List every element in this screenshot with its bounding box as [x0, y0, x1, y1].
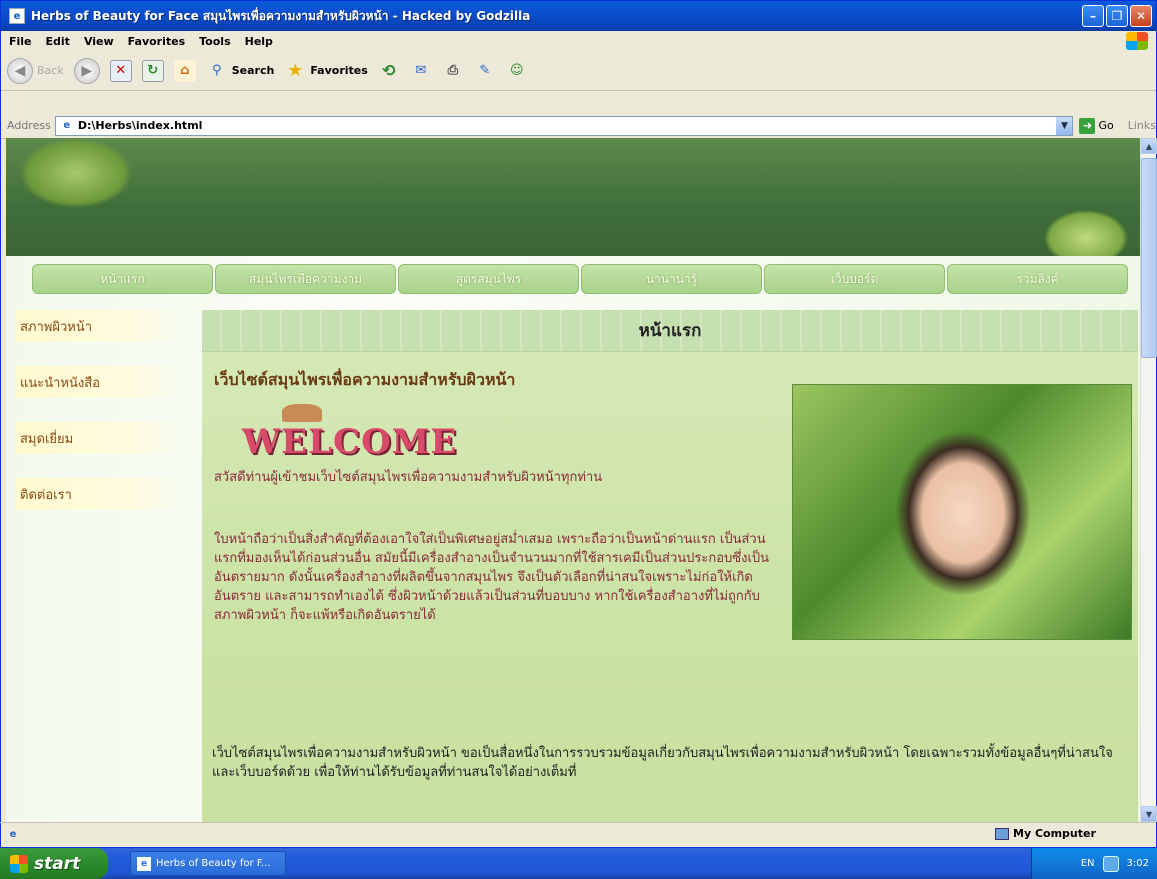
taskbar-item-ie[interactable]: e Herbs of Beauty for F...: [130, 851, 286, 876]
forward-button[interactable]: ▶: [73, 57, 100, 84]
star-icon: ★: [287, 60, 304, 81]
site-heading: เว็บไซต์สมุนไพรเพื่อความงามสำหรับผิวหน้า: [214, 370, 516, 389]
address-dropdown-icon[interactable]: ▼: [1056, 116, 1073, 135]
header-banner: [6, 138, 1140, 256]
go-arrow-icon: ➜: [1079, 117, 1096, 134]
model-photo: [792, 384, 1132, 640]
nav-beauty-herbs[interactable]: สมุนไพรเพื่อความงาม: [215, 264, 396, 294]
address-input[interactable]: e D:\Herbs\index.html ▼: [54, 115, 1074, 136]
ie-task-icon: e: [137, 856, 151, 871]
scroll-up-icon[interactable]: ▲: [1141, 138, 1157, 154]
top-nav: หน้าแรก สมุนไพรเพื่อความงาม สูตรสมุนไพร …: [32, 264, 1128, 294]
clock: 3:02: [1126, 858, 1149, 869]
go-label: Go: [1098, 119, 1114, 132]
sidebar-item-guestbook[interactable]: สมุดเยี่ยม: [16, 422, 186, 454]
start-label: start: [34, 853, 81, 874]
window-title: Herbs of Beauty for Face สมุนไพรเพื่อควา…: [31, 8, 531, 23]
scroll-down-icon[interactable]: ▼: [1141, 806, 1157, 822]
favorites-label: Favorites: [310, 64, 368, 77]
nav-herb-recipes[interactable]: สูตรสมุนไพร: [398, 264, 579, 294]
messenger-icon[interactable]: ☺: [506, 60, 528, 82]
menu-bar: File Edit View Favorites Tools Help: [1, 31, 1156, 51]
print-icon[interactable]: ⎙: [442, 60, 464, 82]
search-icon: ⚲: [211, 63, 222, 78]
menu-edit[interactable]: Edit: [46, 35, 70, 48]
nav-home[interactable]: หน้าแรก: [32, 264, 213, 294]
nav-webboard[interactable]: เว็บบอร์ด: [764, 264, 945, 294]
purpose-paragraph: เว็บไซต์สมุนไพรเพื่อความงามสำหรับผิวหน้า…: [212, 746, 1113, 780]
ie-page-icon: e: [9, 8, 25, 24]
taskbar: start e Herbs of Beauty for F... EN 3:02: [0, 848, 1157, 879]
welcome-text: WELCOME: [242, 422, 458, 462]
windows-flag-icon: [10, 854, 28, 873]
page-viewport: หน้าแรก สมุนไพรเพื่อความงาม สูตรสมุนไพร …: [6, 138, 1140, 822]
scroll-thumb[interactable]: [1141, 158, 1157, 358]
start-button[interactable]: start: [0, 848, 108, 879]
menu-favorites[interactable]: Favorites: [128, 35, 185, 48]
sidebar: สภาพผิวหน้า แนะนำหนังสือ สมุดเยี่ยม ติดต…: [16, 310, 196, 534]
sidebar-item-books[interactable]: แนะนำหนังสือ: [16, 366, 186, 398]
back-label: Back: [37, 64, 64, 77]
back-arrow-icon: ◀: [7, 57, 33, 84]
stop-icon[interactable]: ✕: [109, 59, 132, 82]
nav-links[interactable]: รวมลิงค์: [947, 264, 1128, 294]
address-label: Address: [7, 119, 51, 132]
welcome-graphic: WELCOME: [242, 404, 456, 468]
zone-label: My Computer: [1013, 827, 1096, 840]
greeting-paragraph: สวัสดีท่านผู้เข้าชมเว็บไซต์สมุนไพรเพื่อค…: [214, 470, 603, 485]
menu-help[interactable]: Help: [245, 35, 273, 48]
links-toolbar[interactable]: Links: [1128, 119, 1156, 132]
window-controls: – ❐ ✕: [1082, 5, 1152, 27]
maximize-button[interactable]: ❐: [1106, 5, 1128, 27]
address-url: D:\Herbs\index.html: [77, 119, 203, 132]
home-icon[interactable]: ⌂: [173, 59, 196, 82]
language-indicator[interactable]: EN: [1081, 858, 1095, 869]
intro-paragraph: ใบหน้าถือว่าเป็นสิ่งสำคัญที่ต้องเอาใจใส่…: [214, 532, 770, 623]
edit-icon[interactable]: ✎: [474, 60, 496, 82]
favorites-button[interactable]: ★ Favorites: [284, 60, 368, 82]
nav-trivia[interactable]: นานาน่ารู้: [581, 264, 762, 294]
standard-toolbar: ◀ Back ▶ ✕ ↻ ⌂ ⚲ Search ★ Favorites ⟲ ✉ …: [1, 51, 1156, 91]
minimize-button[interactable]: –: [1082, 5, 1104, 27]
status-page-icon: e: [9, 829, 17, 840]
windows-logo-icon: [1126, 32, 1148, 50]
close-button[interactable]: ✕: [1130, 5, 1152, 27]
menu-tools[interactable]: Tools: [199, 35, 230, 48]
back-button[interactable]: ◀ Back: [7, 57, 64, 84]
sidebar-item-contact[interactable]: ติดต่อเรา: [16, 478, 186, 510]
history-icon[interactable]: ⟲: [378, 60, 400, 82]
content-title: หน้าแรก: [202, 310, 1138, 352]
vertical-scrollbar[interactable]: ▲ ▼: [1140, 138, 1157, 822]
tray-network-icon[interactable]: [1102, 855, 1119, 872]
task-label: Herbs of Beauty for F...: [156, 858, 271, 869]
mail-icon[interactable]: ✉: [410, 60, 432, 82]
sidebar-item-skin-condition[interactable]: สภาพผิวหน้า: [16, 310, 186, 342]
search-label: Search: [231, 64, 275, 77]
welcome-decoration-icon: [282, 404, 322, 422]
main-content: หน้าแรก เว็บไซต์สมุนไพรเพื่อความงามสำหรั…: [202, 310, 1138, 822]
menu-view[interactable]: View: [84, 35, 114, 48]
search-button[interactable]: ⚲ Search: [206, 60, 275, 82]
menu-file[interactable]: File: [9, 35, 32, 48]
page-icon: e: [63, 120, 71, 131]
computer-icon: [995, 827, 1009, 840]
refresh-icon[interactable]: ↻: [141, 59, 164, 82]
system-tray: EN 3:02: [1031, 848, 1157, 879]
status-bar: e My Computer: [0, 822, 1155, 846]
title-bar[interactable]: e Herbs of Beauty for Face สมุนไพรเพื่อค…: [1, 1, 1156, 31]
go-button[interactable]: ➜ Go: [1079, 117, 1114, 134]
address-bar: Address e D:\Herbs\index.html ▼ ➜ Go Lin…: [1, 113, 1156, 139]
security-zone: My Computer: [995, 827, 1096, 840]
